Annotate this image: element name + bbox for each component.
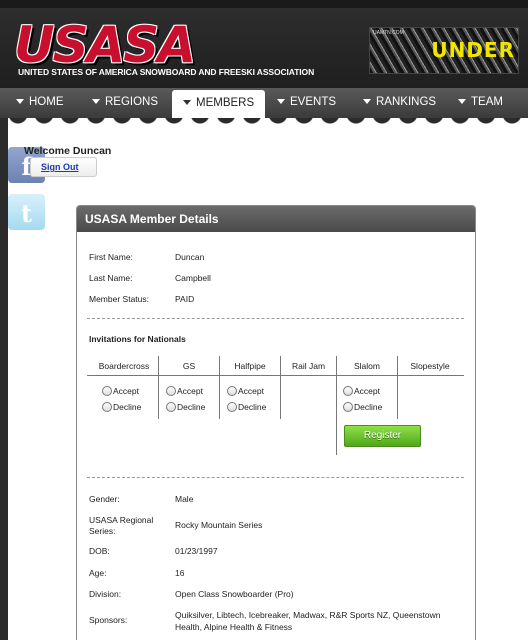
decline-label: Decline [177, 402, 206, 412]
decline-label: Decline [113, 402, 142, 412]
boardercross-decline-radio[interactable]: Decline [102, 402, 141, 412]
accept-label: Accept [354, 386, 380, 396]
first-name-label: First Name: [89, 252, 133, 262]
chevron-down-icon [277, 99, 285, 104]
welcome-text: Welcome Duncan [24, 145, 112, 157]
radio-icon [166, 402, 176, 412]
accept-label: Accept [238, 386, 264, 396]
column-separator [219, 356, 220, 419]
wave-divider [8, 118, 528, 132]
boardercross-accept-radio[interactable]: Accept [102, 386, 139, 396]
invitations-title: Invitations for Nationals [89, 334, 186, 344]
nav-regions[interactable]: REGIONS [92, 88, 158, 118]
division-label: Division: [89, 589, 122, 599]
nav-regions-label: REGIONS [105, 96, 159, 108]
section-divider [87, 477, 464, 478]
col-slopestyle: Slopestyle [410, 361, 450, 371]
gender-value: Male [175, 494, 194, 504]
nav-events[interactable]: EVENTS [277, 88, 336, 118]
banner-url: UAMTN.COM [373, 30, 404, 36]
radio-icon [102, 386, 112, 396]
member-details-panel: USASA Member Details First Name: Duncan … [76, 205, 476, 640]
first-name-value: Duncan [175, 252, 205, 262]
age-value: 16 [175, 568, 185, 578]
column-separator [336, 356, 337, 455]
column-separator [280, 356, 281, 419]
nav-home-label: HOME [29, 96, 64, 108]
slalom-accept-radio[interactable]: Accept [343, 386, 380, 396]
gs-accept-radio[interactable]: Accept [166, 386, 203, 396]
column-separator [158, 356, 159, 419]
nav-rankings-label: RANKINGS [376, 96, 437, 108]
radio-icon [343, 402, 353, 412]
twitter-icon[interactable]: t [8, 194, 45, 230]
nav-home[interactable]: HOME [16, 88, 64, 118]
site-header: USASA UNITED STATES OF AMERICA SNOWBOARD… [0, 0, 528, 88]
col-gs: GS [182, 361, 196, 371]
panel-title: USASA Member Details [77, 206, 475, 232]
twitter-glyph: t [20, 199, 33, 228]
sponsor-banner[interactable]: UAMTN.COM UNDER [369, 27, 519, 74]
chevron-down-icon [458, 99, 466, 104]
radio-icon [227, 386, 237, 396]
member-status-label: Member Status: [89, 294, 149, 304]
banner-title: UNDER [431, 38, 515, 62]
nav-rankings[interactable]: RANKINGS [363, 88, 436, 118]
region-label: USASA Regional Series: [89, 515, 154, 536]
gender-label: Gender: [89, 494, 120, 504]
region-value: Rocky Mountain Series [175, 520, 263, 530]
sign-out-button[interactable]: Sign Out [30, 157, 97, 177]
dob-value: 01/23/1997 [175, 546, 218, 556]
usasa-logo[interactable]: USASA UNITED STATES OF AMERICA SNOWBOARD… [14, 16, 314, 78]
section-divider [87, 318, 464, 319]
last-name-label: Last Name: [89, 273, 133, 283]
last-name-value: Campbell [175, 273, 211, 283]
chevron-down-icon [92, 99, 100, 104]
halfpipe-decline-radio[interactable]: Decline [227, 402, 266, 412]
sponsors-value: Quiksilver, Libtech, Icebreaker, Madwax,… [175, 610, 441, 632]
radio-icon [166, 386, 176, 396]
accept-label: Accept [113, 386, 139, 396]
register-button[interactable]: Register [344, 425, 421, 447]
nav-members-label: MEMBERS [196, 97, 255, 109]
radio-icon [343, 386, 353, 396]
chevron-down-icon [363, 99, 371, 104]
dob-label: DOB: [89, 546, 110, 556]
accept-label: Accept [177, 386, 203, 396]
gs-decline-radio[interactable]: Decline [166, 402, 205, 412]
decline-label: Decline [354, 402, 383, 412]
col-rail-jam: Rail Jam [291, 361, 326, 371]
chevron-down-icon [16, 99, 24, 104]
table-header-rule [87, 375, 464, 376]
radio-icon [227, 402, 237, 412]
logo-wordmark: USASA [14, 16, 196, 74]
col-halfpipe: Halfpipe [234, 361, 266, 371]
division-value: Open Class Snowboarder (Pro) [175, 589, 294, 599]
slalom-decline-radio[interactable]: Decline [343, 402, 382, 412]
radio-icon [102, 402, 112, 412]
top-strip [0, 0, 528, 8]
decline-label: Decline [238, 402, 267, 412]
nav-events-label: EVENTS [290, 96, 337, 108]
halfpipe-accept-radio[interactable]: Accept [227, 386, 264, 396]
col-boardercross: Boardercross [98, 361, 150, 371]
member-status-value: PAID [175, 294, 195, 304]
main-nav: HOME REGIONS MEMBERS EVENTS RANKINGS TEA… [0, 88, 528, 118]
chevron-down-icon [183, 100, 191, 105]
column-separator [397, 356, 398, 419]
nav-members[interactable]: MEMBERS [172, 90, 266, 118]
sponsors-label: Sponsors: [89, 615, 128, 625]
nav-team-label: TEAM [471, 96, 503, 108]
age-label: Age: [89, 568, 107, 578]
logo-tagline: UNITED STATES OF AMERICA SNOWBOARD AND F… [18, 67, 315, 77]
nav-team[interactable]: TEAM [458, 88, 503, 118]
col-slalom: Slalom [354, 361, 380, 371]
